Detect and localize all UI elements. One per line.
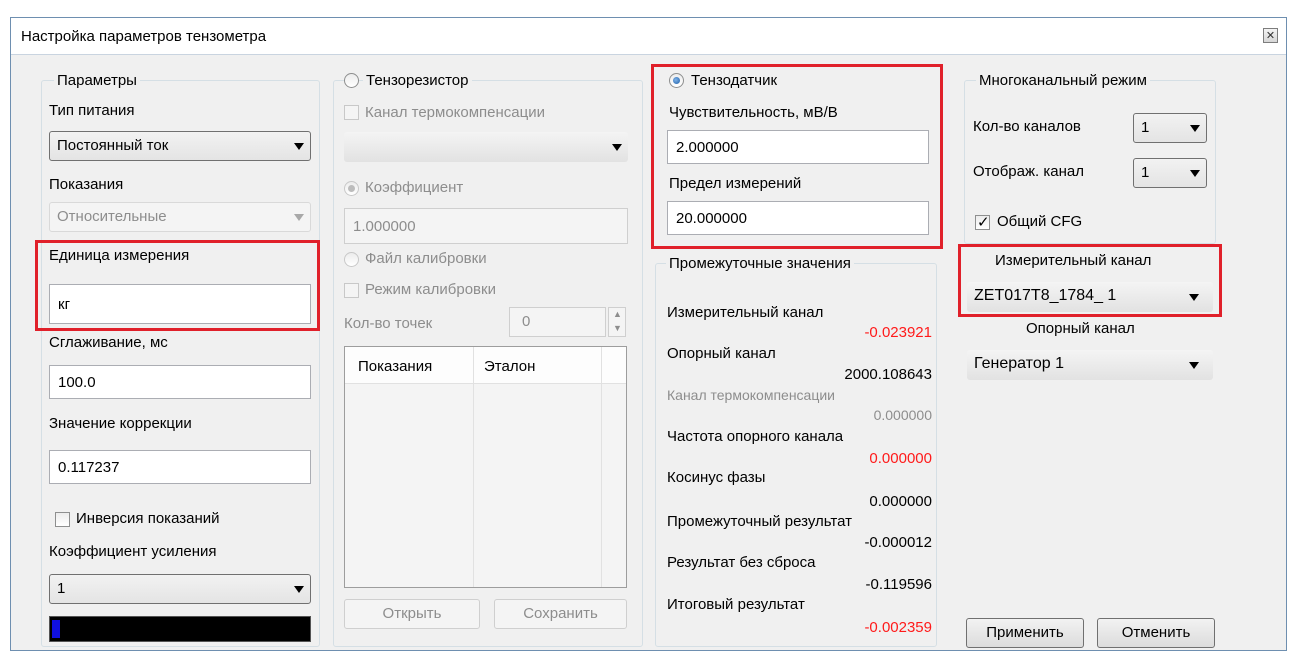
coefficient-label: Коэффициент bbox=[365, 179, 464, 196]
calibration-file-radio[interactable] bbox=[344, 252, 359, 267]
coefficient-value: 1.000000 bbox=[353, 218, 416, 235]
title-bar[interactable]: Настройка параметров тензометра ✕ bbox=[11, 18, 1286, 55]
table-column-divider bbox=[473, 347, 474, 587]
chevron-down-icon bbox=[1190, 170, 1200, 177]
ref-channel-label: Опорный канал bbox=[1026, 320, 1135, 337]
calibration-mode-label: Режим калибровки bbox=[365, 281, 496, 298]
inversion-checkbox[interactable] bbox=[55, 512, 70, 527]
gain-select[interactable]: 1 bbox=[49, 574, 311, 604]
close-button[interactable]: ✕ bbox=[1263, 28, 1278, 43]
inter-ref-value: 2000.108643 bbox=[844, 366, 932, 383]
calibration-table[interactable]: Показания Эталон bbox=[344, 346, 627, 588]
inter-ref-label: Опорный канал bbox=[667, 345, 776, 362]
inter-final-value: -0.002359 bbox=[864, 619, 932, 636]
channels-count-label: Кол-во каналов bbox=[973, 118, 1081, 135]
inter-intermediate-label: Промежуточный результат bbox=[667, 513, 853, 530]
chevron-down-icon bbox=[1190, 125, 1200, 132]
inter-thermo-label: Канал термокомпенсации bbox=[667, 387, 835, 403]
chevron-down-icon bbox=[294, 586, 304, 593]
tensoresistor-legend: Тензорезистор bbox=[363, 72, 472, 89]
points-count-value: 0 bbox=[522, 313, 531, 330]
inter-cos-label: Косинус фазы bbox=[667, 469, 766, 486]
table-column-divider bbox=[601, 347, 602, 587]
calibration-mode-checkbox[interactable] bbox=[344, 283, 359, 298]
signal-level-meter bbox=[49, 616, 311, 642]
inter-final-label: Итоговый результат bbox=[667, 596, 805, 613]
signal-level-fill bbox=[52, 620, 60, 638]
save-button[interactable]: Сохранить bbox=[494, 599, 627, 629]
unit-highlight-box bbox=[35, 240, 320, 331]
coefficient-input[interactable]: 1.000000 bbox=[344, 208, 628, 244]
calibration-file-label: Файл калибровки bbox=[365, 250, 487, 267]
coefficient-radio[interactable] bbox=[344, 181, 359, 196]
params-legend: Параметры bbox=[54, 72, 140, 89]
gain-label: Коэффициент усиления bbox=[49, 543, 217, 560]
table-header-readings[interactable]: Показания bbox=[358, 358, 432, 375]
inversion-label: Инверсия показаний bbox=[76, 510, 220, 527]
multichannel-legend: Многоканальный режим bbox=[976, 72, 1150, 89]
common-cfg-label: Общий CFG bbox=[997, 213, 1083, 230]
power-type-value: Постоянный ток bbox=[57, 137, 169, 154]
inter-cos-value: 0.000000 bbox=[869, 493, 932, 510]
inter-nores-label: Результат без сброса bbox=[667, 554, 816, 571]
spin-up-icon[interactable]: ▲ bbox=[613, 309, 622, 319]
inter-freq-value: 0.000000 bbox=[869, 450, 932, 467]
radio-dot bbox=[348, 185, 355, 192]
display-channel-label: Отображ. канал bbox=[973, 163, 1084, 180]
dialog-window: Настройка параметров тензометра ✕ Параме… bbox=[0, 0, 1295, 659]
thermo-channel-select[interactable] bbox=[344, 132, 628, 162]
correction-value: 0.117237 bbox=[58, 459, 120, 476]
channels-count-value: 1 bbox=[1141, 119, 1150, 136]
inter-nores-value: -0.119596 bbox=[865, 576, 932, 593]
readings-label: Показания bbox=[49, 176, 124, 193]
thermo-channel-checkbox[interactable] bbox=[344, 105, 359, 120]
display-channel-value: 1 bbox=[1141, 164, 1150, 181]
tensosensor-highlight-box bbox=[651, 64, 943, 249]
inter-meas-label: Измерительный канал bbox=[667, 304, 824, 321]
apply-button[interactable]: Применить bbox=[966, 618, 1084, 648]
readings-value: Относительные bbox=[57, 208, 167, 225]
inter-intermediate-value: -0.000012 bbox=[864, 534, 932, 551]
power-type-label: Тип питания bbox=[49, 102, 135, 119]
tensoresistor-radio[interactable] bbox=[344, 73, 359, 88]
dialog-frame: Настройка параметров тензометра ✕ Параме… bbox=[10, 17, 1287, 651]
smoothing-label: Сглаживание, мс bbox=[49, 334, 168, 351]
open-button[interactable]: Открыть bbox=[344, 599, 480, 629]
chevron-down-icon bbox=[612, 144, 622, 151]
inter-thermo-value: 0.000000 bbox=[873, 407, 932, 423]
checkmark-icon: ✓ bbox=[977, 214, 990, 231]
gain-value: 1 bbox=[57, 580, 66, 597]
ref-channel-value: Генератор 1 bbox=[974, 355, 1064, 372]
intermediate-legend: Промежуточные значения bbox=[666, 255, 854, 272]
common-cfg-checkbox[interactable]: ✓ bbox=[975, 214, 990, 231]
channels-count-select[interactable]: 1 bbox=[1133, 113, 1207, 143]
power-type-select[interactable]: Постоянный ток bbox=[49, 131, 311, 161]
meas-channel-highlight-box bbox=[958, 244, 1222, 317]
ref-channel-select[interactable]: Генератор 1 bbox=[967, 350, 1213, 380]
inter-freq-label: Частота опорного канала bbox=[667, 428, 844, 445]
smoothing-input[interactable]: 100.0 bbox=[49, 365, 311, 399]
table-header-reference[interactable]: Эталон bbox=[484, 358, 535, 375]
cancel-button[interactable]: Отменить bbox=[1097, 618, 1215, 648]
close-icon: ✕ bbox=[1265, 30, 1276, 42]
chevron-down-icon bbox=[294, 214, 304, 221]
chevron-down-icon bbox=[294, 143, 304, 150]
window-title: Настройка параметров тензометра bbox=[21, 28, 267, 45]
display-channel-select[interactable]: 1 bbox=[1133, 158, 1207, 188]
correction-input[interactable]: 0.117237 bbox=[49, 450, 311, 484]
spin-down-icon[interactable]: ▼ bbox=[613, 323, 622, 333]
chevron-down-icon bbox=[1189, 362, 1199, 369]
correction-label: Значение коррекции bbox=[49, 415, 192, 432]
params-group bbox=[41, 80, 320, 647]
readings-select[interactable]: Относительные bbox=[49, 202, 311, 232]
points-count-spinner[interactable]: ▲ ▼ bbox=[608, 307, 626, 337]
thermo-channel-label: Канал термокомпенсации bbox=[365, 104, 545, 121]
points-count-label: Кол-во точек bbox=[344, 315, 433, 332]
inter-meas-value: -0.023921 bbox=[864, 324, 932, 341]
points-count-input[interactable]: 0 bbox=[509, 307, 606, 337]
smoothing-value: 100.0 bbox=[58, 374, 96, 391]
